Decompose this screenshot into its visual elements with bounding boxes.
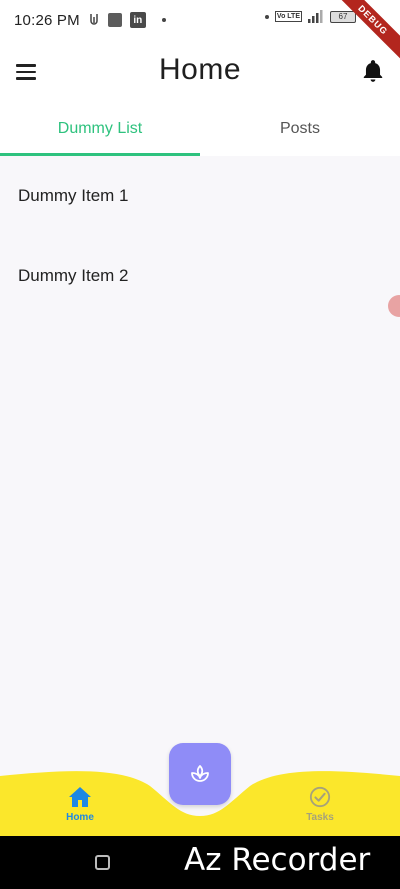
nav-label-home: Home xyxy=(66,812,94,823)
signal-icon xyxy=(308,10,324,23)
page-title: Home xyxy=(158,53,242,86)
recorder-watermark: Az Recorder xyxy=(184,842,371,878)
usb-icon xyxy=(88,13,100,27)
bell-icon xyxy=(363,60,383,82)
sprout-icon xyxy=(191,765,209,782)
battery-icon: 67 xyxy=(330,10,356,23)
nav-item-tasks[interactable]: Tasks xyxy=(280,786,360,823)
home-icon xyxy=(69,787,91,807)
dummy-list: Dummy Item 1 Dummy Item 2 xyxy=(0,156,400,316)
list-item[interactable]: Dummy Item 2 xyxy=(0,236,400,316)
nav-item-home[interactable]: Home xyxy=(40,786,120,823)
nav-label-tasks: Tasks xyxy=(306,812,334,823)
check-circle-icon xyxy=(309,786,331,808)
status-left: 10:26 PM in xyxy=(14,12,166,29)
fab-button[interactable] xyxy=(169,743,231,805)
status-bar: 10:26 PM in Vo LTE 67 xyxy=(0,0,400,40)
tab-dummy-list[interactable]: Dummy List xyxy=(0,102,200,156)
status-dot-icon xyxy=(264,14,269,19)
tab-bar: Dummy List Posts xyxy=(0,102,400,156)
linkedin-icon: in xyxy=(129,12,146,28)
list-item[interactable]: Dummy Item 1 xyxy=(0,156,400,236)
status-time: 10:26 PM xyxy=(14,11,80,29)
tab-posts[interactable]: Posts xyxy=(200,102,400,156)
status-right: Vo LTE 67 xyxy=(257,10,356,23)
more-notifications-dot-icon xyxy=(161,18,166,22)
volte-icon: Vo LTE xyxy=(274,11,302,22)
notifications-button[interactable] xyxy=(360,58,386,84)
app-bar: Home xyxy=(0,40,400,102)
notification-square-icon xyxy=(107,13,122,27)
system-navigation-bar: Az Recorder xyxy=(0,836,400,889)
recent-apps-button[interactable] xyxy=(95,855,110,870)
